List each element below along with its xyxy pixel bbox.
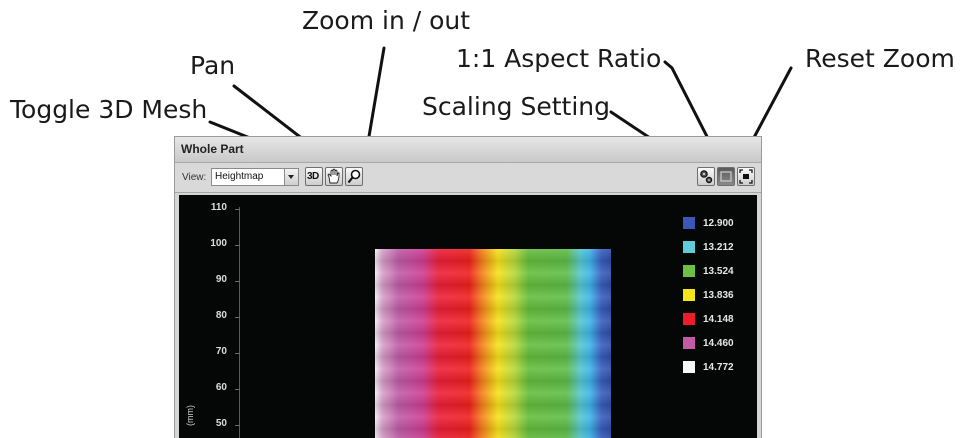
- reset-zoom-icon: [739, 169, 753, 184]
- y-tick: [235, 425, 240, 426]
- legend-label: 13.212: [703, 242, 734, 253]
- panel-title: Whole Part: [181, 142, 244, 156]
- y-tick: [235, 209, 240, 210]
- legend-swatch: [683, 337, 695, 349]
- legend-swatch: [683, 217, 695, 229]
- y-tick-label: 110: [210, 202, 227, 213]
- y-axis: [239, 207, 240, 438]
- legend-label: 14.148: [703, 314, 734, 325]
- y-axis-label: (mm): [185, 405, 195, 426]
- toggle-3d-mesh-button[interactable]: 3D: [305, 167, 323, 186]
- scaling-setting-button[interactable]: [697, 167, 715, 186]
- y-tick: [235, 389, 240, 390]
- btn-3d-label: 3D: [307, 171, 319, 182]
- whole-part-panel: Whole Part View: Heightmap 3D 110 100 90…: [174, 136, 762, 438]
- legend-label: 12.900: [703, 218, 734, 229]
- y-tick: [235, 353, 240, 354]
- gears-icon: [700, 170, 713, 184]
- y-tick-label: 50: [215, 418, 227, 429]
- heightmap-texture: [375, 249, 611, 438]
- heightmap-image: [375, 249, 611, 438]
- y-tick: [235, 245, 240, 246]
- legend-label: 14.772: [703, 362, 734, 373]
- y-tick-label: 60: [215, 382, 227, 393]
- magnifier-icon: [347, 169, 361, 184]
- view-label: View:: [182, 172, 207, 183]
- view-select[interactable]: Heightmap: [211, 168, 299, 186]
- panel-titlebar: Whole Part: [175, 137, 761, 163]
- legend-swatch: [683, 313, 695, 325]
- y-tick: [235, 281, 240, 282]
- view-select-value: Heightmap: [215, 171, 264, 182]
- legend-swatch: [683, 361, 695, 373]
- legend-swatch: [683, 241, 695, 253]
- legend-swatch: [683, 289, 695, 301]
- aspect-ratio-button[interactable]: [717, 167, 735, 186]
- legend-label: 13.524: [703, 266, 734, 277]
- legend-label: 13.836: [703, 290, 734, 301]
- toolbar: View: Heightmap 3D: [175, 163, 761, 193]
- legend-label: 14.460: [703, 338, 734, 349]
- hand-icon: [327, 168, 340, 184]
- aspect-ratio-icon: [720, 171, 732, 182]
- y-tick-label: 100: [210, 238, 227, 249]
- zoom-button[interactable]: [345, 167, 363, 186]
- legend-swatch: [683, 265, 695, 277]
- y-tick: [235, 317, 240, 318]
- y-tick-label: 70: [215, 346, 227, 357]
- y-tick-label: 90: [215, 274, 227, 285]
- heightmap-plot[interactable]: 110 100 90 80 70 60 50 (mm) 12.900 13.21…: [179, 195, 757, 438]
- y-tick-label: 80: [215, 310, 227, 321]
- pan-button[interactable]: [325, 167, 343, 186]
- chevron-down-icon[interactable]: [284, 169, 298, 185]
- reset-zoom-button[interactable]: [737, 167, 755, 186]
